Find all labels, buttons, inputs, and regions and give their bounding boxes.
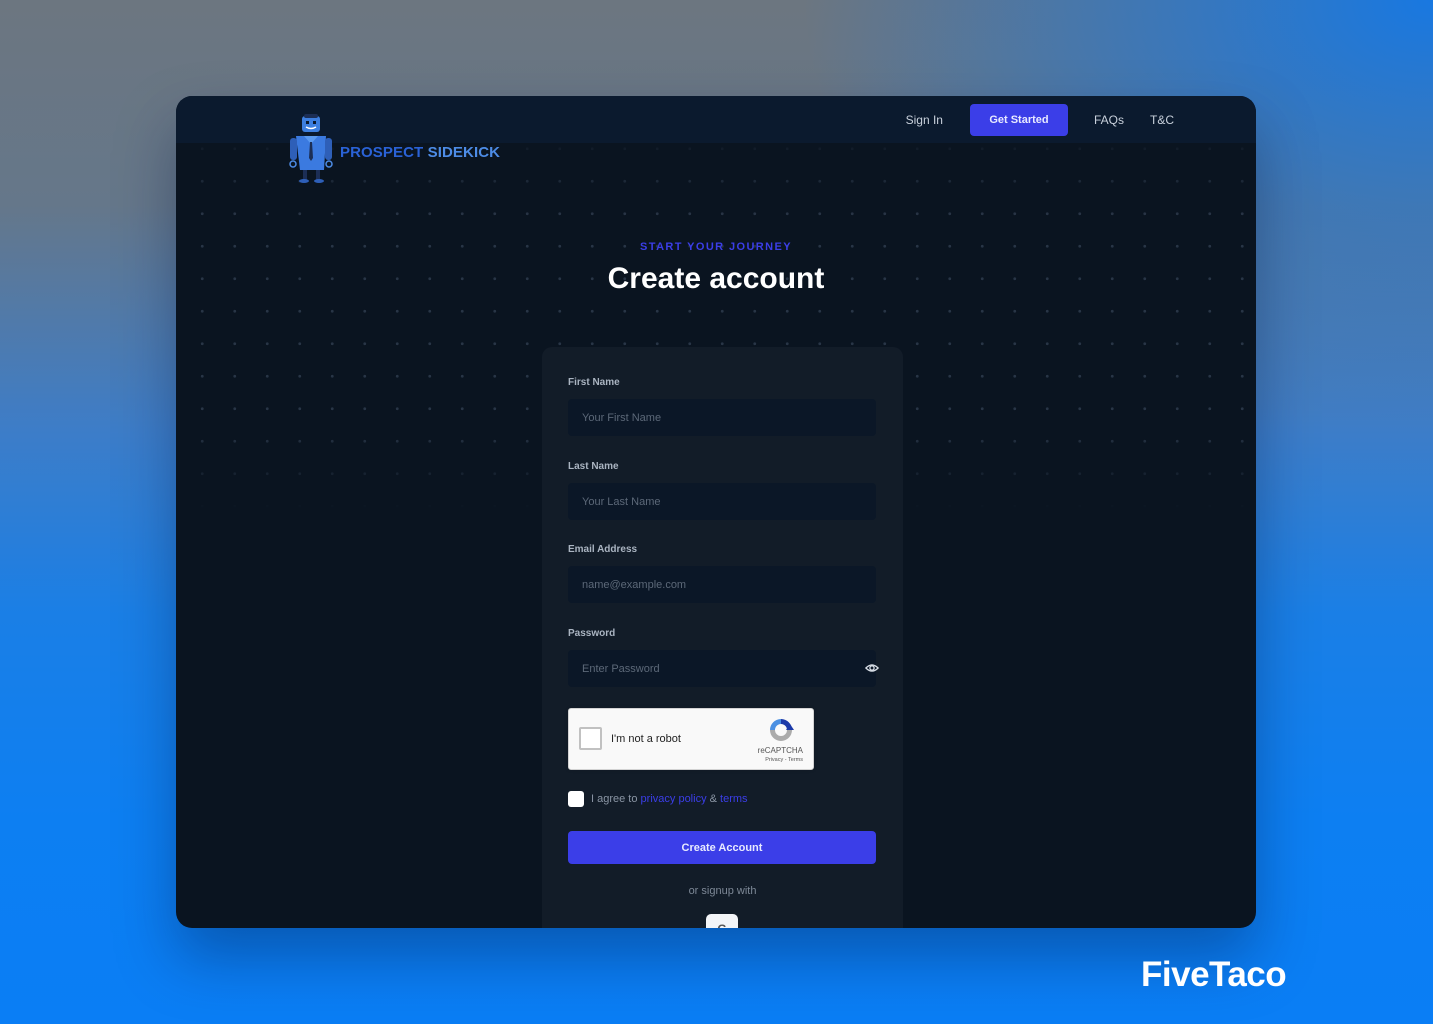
recaptcha-brand: reCAPTCHA: [757, 746, 803, 755]
last-name-input[interactable]: [568, 483, 876, 520]
agree-text: I agree to privacy policy & terms: [591, 793, 748, 805]
create-account-button[interactable]: Create Account: [568, 831, 876, 864]
page-title: Create account: [607, 262, 825, 295]
nav-faqs-link[interactable]: FAQs: [1094, 113, 1124, 127]
get-started-button[interactable]: Get Started: [969, 104, 1068, 136]
password-label: Password: [568, 628, 616, 639]
terms-link[interactable]: terms: [720, 793, 748, 805]
signup-form-card: First Name Last Name Email Address Passw…: [542, 347, 903, 928]
email-label: Email Address: [568, 544, 638, 555]
recaptcha-widget: I'm not a robot reCAPTCHA Privacy - Term…: [568, 708, 814, 770]
first-name-input[interactable]: [568, 399, 876, 436]
logo[interactable]: PROSPECT SIDEKICK: [288, 114, 500, 186]
google-signup-button[interactable]: G: [706, 914, 738, 928]
recaptcha-logo-icon: [770, 719, 794, 741]
eye-icon[interactable]: [865, 661, 879, 675]
last-name-label: Last Name: [568, 461, 619, 472]
nav-tc-link[interactable]: T&C: [1150, 113, 1174, 127]
recaptcha-privacy-terms[interactable]: Privacy - Terms: [765, 757, 803, 763]
agree-checkbox[interactable]: [568, 791, 584, 807]
or-signup-with-text: or signup with: [688, 885, 757, 897]
agree-row: I agree to privacy policy & terms: [568, 791, 748, 807]
agree-prefix: I agree to: [591, 793, 638, 805]
privacy-policy-link[interactable]: privacy policy: [641, 793, 707, 805]
password-input[interactable]: [568, 650, 876, 687]
logo-text: PROSPECT SIDEKICK: [340, 144, 500, 161]
hero-eyebrow: START YOUR JOURNEY: [640, 241, 792, 253]
google-icon: G: [717, 922, 726, 928]
recaptcha-label: I'm not a robot: [611, 733, 681, 745]
robot-mascot-icon: [289, 114, 333, 183]
recaptcha-checkbox[interactable]: [579, 727, 602, 750]
email-input[interactable]: [568, 566, 876, 603]
first-name-label: First Name: [568, 377, 620, 388]
header-nav: Sign In Get Started FAQs T&C: [906, 104, 1174, 136]
fivetaco-watermark: FiveTaco: [1141, 955, 1287, 994]
app-window: PROSPECT SIDEKICK Sign In Get Started FA…: [176, 96, 1256, 928]
logo-text-sidekick: SIDEKICK: [427, 143, 501, 161]
nav-sign-in-link[interactable]: Sign In: [906, 113, 943, 127]
agree-ampersand: &: [709, 793, 717, 805]
logo-text-prospect: PROSPECT: [340, 143, 424, 161]
